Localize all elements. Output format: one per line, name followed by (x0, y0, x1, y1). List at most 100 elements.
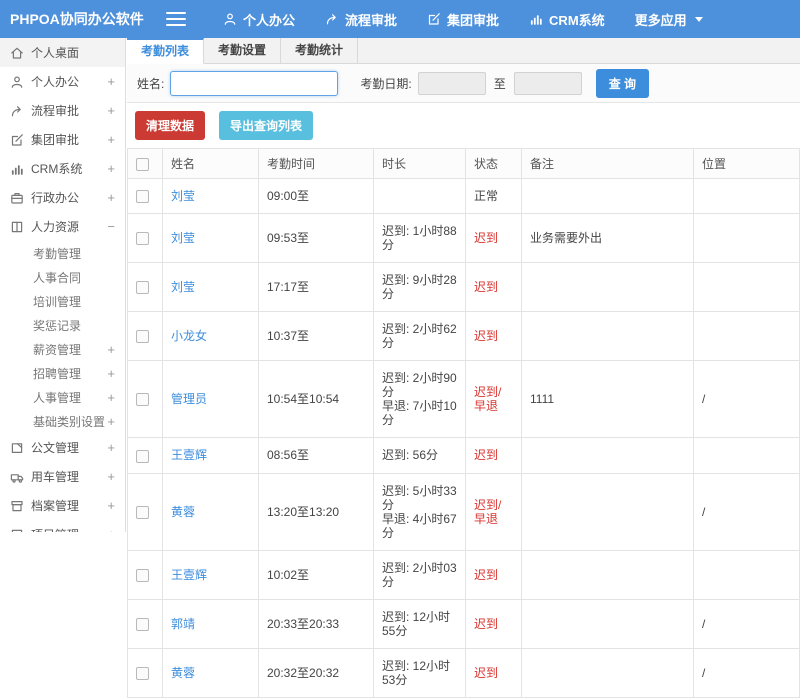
duration-cell: 迟到: 5小时33分 早退: 4小时67分 (374, 473, 466, 550)
nav-item-personal-office[interactable]: 个人办公 (208, 0, 310, 38)
sidebar-item-admin-office[interactable]: 行政办公+ (0, 183, 125, 212)
time-cell: 20:33至20:33 (259, 599, 374, 648)
sidebar-item-personal-desktop[interactable]: 个人桌面 (0, 38, 125, 67)
sidebar-item-group-approval[interactable]: 集团审批+ (0, 125, 125, 154)
sidebar-subitem-basic-category-settings[interactable]: 基础类别设置+ (0, 409, 125, 433)
status-cell: 迟到 (466, 438, 522, 473)
row-checkbox-cell (128, 438, 163, 473)
location-cell (694, 550, 800, 599)
date-from-input[interactable] (418, 72, 486, 95)
tab-attendance-setup[interactable]: 考勤设置 (204, 38, 281, 63)
row-checkbox-cell (128, 312, 163, 361)
row-checkbox[interactable] (136, 190, 149, 203)
duration-cell: 迟到: 56分 (374, 438, 466, 473)
export-list-button[interactable]: 导出查询列表 (219, 111, 313, 140)
duration-cell: 迟到: 12小时55分 (374, 599, 466, 648)
name-link[interactable]: 王壹辉 (163, 438, 259, 473)
duration-cell: 迟到: 9小时28分 (374, 263, 466, 312)
status-cell: 迟到/早退 (466, 361, 522, 438)
name-link[interactable]: 管理员 (163, 361, 259, 438)
time-cell: 10:37至 (259, 312, 374, 361)
sidebar-item-workflow-approval[interactable]: 流程审批+ (0, 96, 125, 125)
nav-item-workflow-approval[interactable]: 流程审批 (310, 0, 412, 38)
name-link[interactable]: 黄蓉 (163, 648, 259, 697)
row-checkbox[interactable] (136, 450, 149, 463)
select-all-checkbox[interactable] (136, 158, 149, 171)
nav-item-label: 更多应用 (635, 10, 687, 29)
row-checkbox[interactable] (136, 281, 149, 294)
truck-icon (10, 470, 24, 484)
sidebar-item-project-management[interactable]: 项目管理+ (0, 520, 125, 532)
tab-attendance-list[interactable]: 考勤列表 (127, 38, 204, 64)
expand-icon: + (107, 132, 115, 147)
sidebar-subitem-label: 培训管理 (33, 293, 115, 310)
clean-data-button[interactable]: 清理数据 (135, 111, 205, 140)
note-cell (522, 599, 694, 648)
top-navbar: PHPOA协同办公软件 个人办公流程审批集团审批CRM系统更多应用 (0, 0, 800, 38)
row-checkbox[interactable] (136, 506, 149, 519)
user-icon (10, 75, 24, 89)
name-link[interactable]: 刘莹 (163, 263, 259, 312)
row-checkbox[interactable] (136, 232, 149, 245)
sidebar-subitem-attendance-management[interactable]: 考勤管理 (0, 241, 125, 265)
chart-icon (10, 162, 24, 176)
name-link[interactable]: 王壹辉 (163, 550, 259, 599)
row-checkbox[interactable] (136, 667, 149, 680)
sidebar-item-human-resources[interactable]: 人力资源− (0, 212, 125, 241)
nav-item-more-apps[interactable]: 更多应用 (620, 0, 718, 38)
sidebar-item-crm-system[interactable]: CRM系统+ (0, 154, 125, 183)
time-cell: 09:53至 (259, 214, 374, 263)
sidebar-item-archive-management[interactable]: 档案管理+ (0, 491, 125, 520)
expand-icon: + (107, 498, 115, 513)
table-row: 黄蓉13:20至13:20迟到: 5小时33分 早退: 4小时67分迟到/早退/ (128, 473, 800, 550)
sidebar-subitem-reward-records[interactable]: 奖惩记录 (0, 313, 125, 337)
sidebar-subitem-training-management[interactable]: 培训管理 (0, 289, 125, 313)
edit-icon (427, 12, 441, 26)
name-link[interactable]: 刘莹 (163, 214, 259, 263)
home-icon (10, 46, 24, 60)
date-to-input[interactable] (514, 72, 582, 95)
nav-item-crm-system[interactable]: CRM系统 (514, 0, 620, 38)
nav-item-group-approval[interactable]: 集团审批 (412, 0, 514, 38)
table-row: 黄蓉20:32至20:32迟到: 12小时53分迟到/ (128, 648, 800, 697)
row-checkbox[interactable] (136, 618, 149, 631)
table-row: 小龙女10:37至迟到: 2小时62分迟到 (128, 312, 800, 361)
duration-cell (374, 179, 466, 214)
expand-icon: + (107, 440, 115, 455)
location-cell (694, 263, 800, 312)
name-link[interactable]: 黄蓉 (163, 473, 259, 550)
menu-toggle-icon[interactable] (166, 12, 186, 26)
tab-attendance-stats[interactable]: 考勤统计 (281, 38, 358, 63)
name-link[interactable]: 郭靖 (163, 599, 259, 648)
sidebar-item-document-management[interactable]: 公文管理+ (0, 433, 125, 462)
expand-icon: + (107, 342, 115, 357)
expand-icon: + (107, 161, 115, 176)
sidebar-subitem-personnel-management[interactable]: 人事管理+ (0, 385, 125, 409)
list-icon (10, 528, 24, 533)
name-link[interactable]: 小龙女 (163, 312, 259, 361)
row-checkbox[interactable] (136, 393, 149, 406)
app-logo[interactable]: PHPOA协同办公软件 (0, 9, 128, 29)
duration-cell: 迟到: 2小时62分 (374, 312, 466, 361)
column-header: 位置 (694, 149, 800, 179)
sidebar-subitem-salary-management[interactable]: 薪资管理+ (0, 337, 125, 361)
status-cell: 迟到 (466, 550, 522, 599)
name-input[interactable] (170, 71, 338, 96)
status-cell: 迟到 (466, 263, 522, 312)
sidebar-item-label: 行政办公 (31, 189, 100, 206)
sidebar-subitem-recruitment-management[interactable]: 招聘管理+ (0, 361, 125, 385)
status-cell: 迟到 (466, 312, 522, 361)
name-link[interactable]: 刘莹 (163, 179, 259, 214)
duration-cell: 迟到: 12小时53分 (374, 648, 466, 697)
status-cell: 迟到 (466, 599, 522, 648)
hr-icon (10, 220, 24, 234)
query-button[interactable]: 查 询 (596, 69, 649, 98)
sidebar-item-personal-office[interactable]: 个人办公+ (0, 67, 125, 96)
row-checkbox[interactable] (136, 569, 149, 582)
sidebar-item-label: 流程审批 (31, 102, 100, 119)
row-checkbox[interactable] (136, 330, 149, 343)
sidebar-item-vehicle-management[interactable]: 用车管理+ (0, 462, 125, 491)
sidebar-subitem-personnel-contract[interactable]: 人事合同 (0, 265, 125, 289)
briefcase-icon (10, 191, 24, 205)
sidebar-item-label: 个人桌面 (31, 44, 108, 61)
